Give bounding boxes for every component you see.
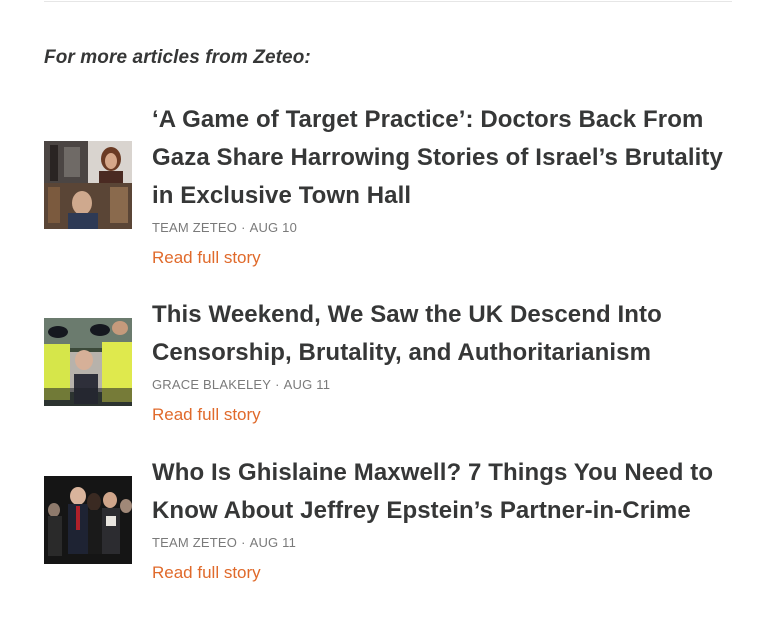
article-author[interactable]: TEAM ZETEO (152, 220, 237, 235)
meta-separator: · (275, 377, 280, 392)
read-full-story-link[interactable]: Read full story (152, 246, 261, 270)
article-title[interactable]: ‘A Game of Target Practice’: Doctors Bac… (152, 101, 742, 215)
article-body: Who Is Ghislaine Maxwell? 7 Things You N… (152, 454, 742, 585)
article-date: AUG 11 (283, 377, 331, 392)
article-meta: TEAM ZETEO · AUG 10 (152, 218, 742, 238)
article-body: ‘A Game of Target Practice’: Doctors Bac… (152, 101, 742, 270)
article-author[interactable]: GRACE BLAKELEY (152, 377, 271, 392)
article-thumbnail[interactable] (44, 318, 132, 406)
article-meta: GRACE BLAKELEY · AUG 11 (152, 375, 742, 395)
article-title[interactable]: This Weekend, We Saw the UK Descend Into… (152, 296, 742, 372)
read-full-story-link[interactable]: Read full story (152, 403, 261, 427)
top-divider (44, 1, 732, 2)
article-body: This Weekend, We Saw the UK Descend Into… (152, 296, 742, 427)
article-meta: TEAM ZETEO · AUG 11 (152, 533, 742, 553)
article-thumbnail[interactable] (44, 141, 132, 229)
article-date: AUG 10 (249, 220, 298, 235)
article-date: AUG 11 (249, 535, 297, 550)
article-author[interactable]: TEAM ZETEO (152, 535, 237, 550)
article-thumbnail[interactable] (44, 476, 132, 564)
more-articles-heading: For more articles from Zeteo: (44, 47, 311, 68)
article-title[interactable]: Who Is Ghislaine Maxwell? 7 Things You N… (152, 454, 742, 530)
meta-separator: · (241, 220, 246, 235)
read-full-story-link[interactable]: Read full story (152, 561, 261, 585)
meta-separator: · (241, 535, 246, 550)
